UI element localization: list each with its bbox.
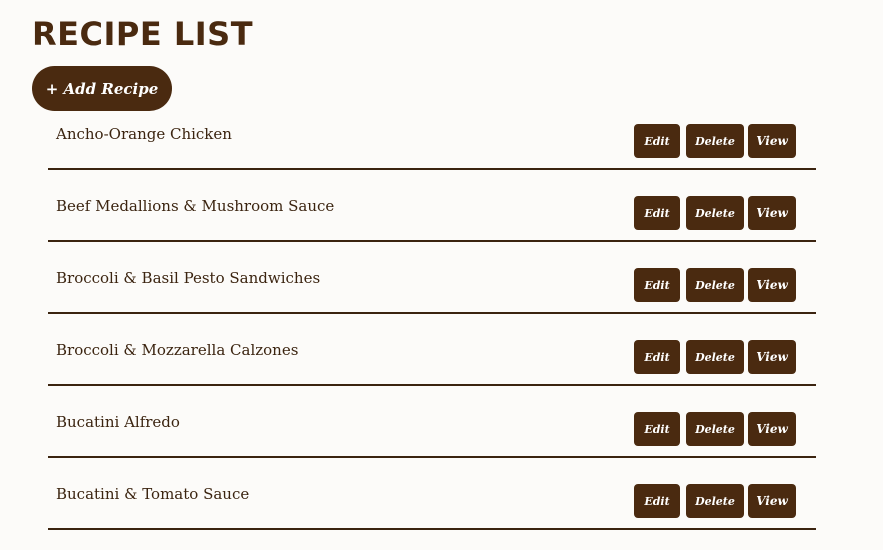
view-button[interactable]: View: [748, 196, 796, 230]
delete-button[interactable]: Delete: [686, 484, 744, 518]
delete-button[interactable]: Delete: [686, 268, 744, 302]
recipe-row: Bucatini & Tomato Sauce Edit Delete View: [48, 458, 816, 530]
recipe-name: Broccoli & Mozzarella Calzones: [56, 341, 299, 359]
view-button[interactable]: View: [748, 340, 796, 374]
recipe-actions: Edit Delete View: [634, 196, 796, 230]
edit-button[interactable]: Edit: [634, 340, 680, 374]
recipe-actions: Edit Delete View: [634, 340, 796, 374]
recipe-actions: Edit Delete View: [634, 412, 796, 446]
recipe-actions: Edit Delete View: [634, 124, 796, 158]
recipe-row: Broccoli & Mozzarella Calzones Edit Dele…: [48, 314, 816, 386]
recipe-actions: Edit Delete View: [634, 268, 796, 302]
recipe-name: Bucatini & Tomato Sauce: [56, 485, 250, 503]
recipe-name: Bucatini Alfredo: [56, 413, 180, 431]
delete-button[interactable]: Delete: [686, 412, 744, 446]
delete-button[interactable]: Delete: [686, 340, 744, 374]
recipe-list: Ancho-Orange Chicken Edit Delete View Be…: [48, 98, 816, 530]
edit-button[interactable]: Edit: [634, 268, 680, 302]
view-button[interactable]: View: [748, 412, 796, 446]
view-button[interactable]: View: [748, 124, 796, 158]
recipe-row: Broccoli & Basil Pesto Sandwiches Edit D…: [48, 242, 816, 314]
view-button[interactable]: View: [748, 484, 796, 518]
view-button[interactable]: View: [748, 268, 796, 302]
edit-button[interactable]: Edit: [634, 196, 680, 230]
delete-button[interactable]: Delete: [686, 196, 744, 230]
recipe-actions: Edit Delete View: [634, 484, 796, 518]
recipe-name: Beef Medallions & Mushroom Sauce: [56, 197, 335, 215]
recipe-row: Beef Medallions & Mushroom Sauce Edit De…: [48, 170, 816, 242]
edit-button[interactable]: Edit: [634, 124, 680, 158]
edit-button[interactable]: Edit: [634, 412, 680, 446]
edit-button[interactable]: Edit: [634, 484, 680, 518]
delete-button[interactable]: Delete: [686, 124, 744, 158]
recipe-name: Broccoli & Basil Pesto Sandwiches: [56, 269, 321, 287]
recipe-row: Bucatini Alfredo Edit Delete View: [48, 386, 816, 458]
recipe-row: Ancho-Orange Chicken Edit Delete View: [48, 98, 816, 170]
recipe-name: Ancho-Orange Chicken: [56, 125, 232, 143]
page-title: RECIPE LIST: [32, 15, 254, 53]
